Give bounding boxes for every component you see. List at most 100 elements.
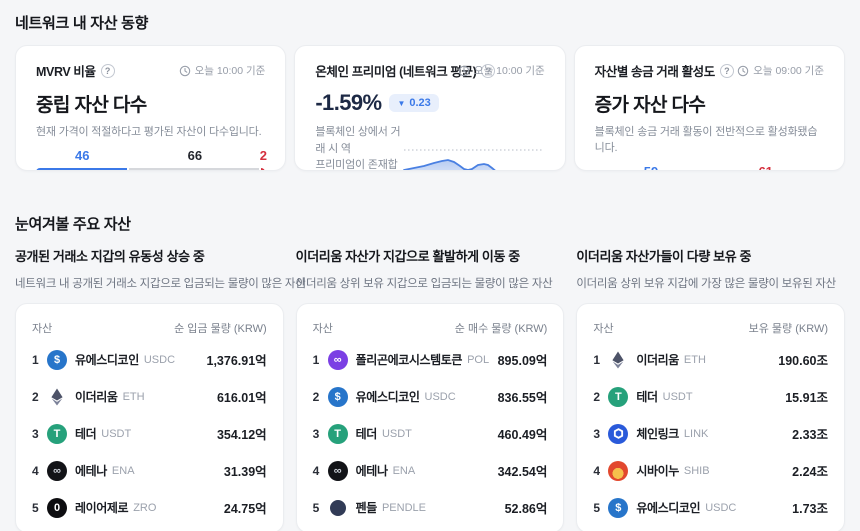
- asset-value: 1,376.91억: [201, 350, 267, 369]
- asset-value: 616.01억: [211, 387, 267, 406]
- transfer-activity-card[interactable]: 자산별 송금 거래 활성도 ? 오늘 09:00 기준 증가 자산 다수 블록체…: [574, 45, 845, 171]
- table-header-row: 자산 보유 물량 (KRW): [593, 310, 828, 341]
- clock-icon: [737, 65, 749, 77]
- value-column-header: 순 입금 물량 (KRW): [174, 320, 267, 336]
- threshold-marker-icon: ▼: [704, 169, 712, 171]
- card-description: 블록체인 송금 거래 활동이 전반적으로 활성화됐습니다.: [595, 123, 824, 155]
- asset-symbol: ZRO: [133, 502, 156, 514]
- asset-row[interactable]: 2$유에스디코인USDC836.55억: [313, 378, 548, 415]
- help-icon[interactable]: ?: [720, 64, 734, 78]
- asset-symbol: ENA: [112, 465, 135, 477]
- asset-symbol: USDC: [425, 391, 456, 403]
- table-header-row: 자산 순 입금 물량 (KRW): [32, 310, 267, 341]
- asset-value: 24.75억: [218, 498, 267, 517]
- asset-name: 유에스디코인: [636, 499, 700, 516]
- card-title: 자산별 송금 거래 활성도: [595, 61, 715, 80]
- section-title-network-trends: 네트워크 내 자산 동향: [15, 12, 845, 33]
- asset-value: 836.55억: [492, 387, 548, 406]
- value-column-header: 순 매수 물량 (KRW): [455, 320, 548, 336]
- asset-column-header: 자산: [32, 320, 52, 336]
- ena-icon: ∞: [47, 461, 67, 481]
- table-header-row: 자산순 매수 물량 (KRW): [313, 310, 548, 341]
- asset-row[interactable]: 4시바이누SHIB2.24조: [593, 452, 828, 489]
- card-header: 온체인 프리미엄 (네트워크 평균) ? 오늘 10:00 기준: [315, 61, 544, 80]
- timestamp-label: 오늘 10:00 기준: [195, 63, 266, 78]
- pendle-icon: [330, 500, 346, 516]
- asset-symbol: ETH: [684, 354, 706, 366]
- asset-row[interactable]: 1이더리움ETH190.60조: [593, 341, 828, 378]
- clock-icon: [458, 65, 470, 77]
- asset-rank: 3: [32, 427, 47, 441]
- asset-name: 테더: [75, 425, 96, 442]
- card-header: MVRV 비율 ? 오늘 10:00 기준: [36, 61, 265, 80]
- asset-symbol: USDT: [101, 428, 131, 440]
- shib-icon: [608, 461, 628, 481]
- asset-symbol: USDT: [663, 391, 693, 403]
- column-subtitle: 이더리움 상위 보유 지갑으로 입금되는 물량이 많은 자산: [296, 275, 565, 291]
- eth-icon: [47, 387, 67, 407]
- asset-row[interactable]: 4∞에테나ENA342.54억: [313, 452, 548, 489]
- segment-label: 46: [75, 148, 89, 163]
- asset-value: 460.49억: [492, 424, 548, 443]
- column-title: 이더리움 자산가들이 다량 보유 중: [576, 246, 845, 265]
- asset-row[interactable]: 3체인링크LINK2.33조: [593, 415, 828, 452]
- down-arrow-icon: ▼: [397, 99, 405, 108]
- asset-name: 레이어제로: [75, 499, 128, 516]
- asset-value: 15.91조: [779, 387, 828, 406]
- help-icon[interactable]: ?: [101, 64, 115, 78]
- ena-icon: ∞: [328, 461, 348, 481]
- asset-rank: 1: [313, 353, 328, 367]
- asset-symbol: ETH: [123, 391, 145, 403]
- asset-rank: 3: [313, 427, 328, 441]
- asset-row[interactable]: 3T테더USDT460.49억: [313, 415, 548, 452]
- mvrv-ratio-card[interactable]: MVRV 비율 ? 오늘 10:00 기준 중립 자산 다수 현재 가격이 적절…: [15, 45, 286, 171]
- usdt-icon: T: [608, 387, 628, 407]
- asset-value: 52.86억: [499, 498, 548, 517]
- asset-table: 자산순 입금 물량 (KRW)1$유에스디코인USDC1,376.91억2이더리…: [15, 303, 284, 531]
- card-description: 현재 가격이 적절하다고 평가된 자산이 다수입니다.: [36, 123, 265, 139]
- asset-rank: 1: [593, 353, 608, 367]
- card-title: MVRV 비율: [36, 61, 96, 80]
- asset-rank: 1: [32, 353, 47, 367]
- change-value: 0.23: [409, 97, 430, 109]
- value-column-header: 보유 물량 (KRW): [749, 320, 828, 336]
- card-title: 온체인 프리미엄 (네트워크 평균): [315, 61, 476, 80]
- asset-symbol: ENA: [393, 465, 416, 477]
- premium-value: -1.59%: [315, 90, 381, 116]
- asset-row[interactable]: 1∞폴리곤에코시스템토큰POL895.09억: [313, 341, 548, 378]
- asset-symbol: USDC: [144, 354, 175, 366]
- asset-row[interactable]: 1$유에스디코인USDC1,376.91억: [32, 341, 267, 378]
- asset-rank: 3: [593, 427, 608, 441]
- asset-value: 342.54억: [492, 461, 548, 480]
- asset-name: 체인링크: [636, 425, 679, 442]
- asset-name: 에테나: [75, 462, 107, 479]
- asset-row[interactable]: 50 레이어제로 ZRO 24.75억: [32, 489, 267, 526]
- card-headline: 중립 자산 다수: [36, 90, 265, 117]
- asset-row[interactable]: 2이더리움ETH616.01억: [32, 378, 267, 415]
- featured-assets-section: 눈여겨볼 주요 자산 공개된 거래소 지갑의 유동성 상승 중 네트워크 내 공…: [15, 213, 845, 531]
- asset-rank: 5: [313, 501, 328, 515]
- asset-rank: 5: [32, 501, 47, 515]
- column-title: 공개된 거래소 지갑의 유동성 상승 중: [15, 246, 284, 265]
- asset-symbol: LINK: [684, 428, 708, 440]
- asset-row[interactable]: 4∞에테나ENA31.39억: [32, 452, 267, 489]
- asset-row[interactable]: 5$유에스디코인USDC1.73조: [593, 489, 828, 526]
- asset-row[interactable]: 3T테더USDT354.12억: [32, 415, 267, 452]
- change-badge: ▼ 0.23: [389, 94, 438, 112]
- asset-symbol: USDC: [705, 502, 736, 514]
- asset-name: 이더리움: [636, 351, 679, 368]
- usdt-icon: T: [328, 424, 348, 444]
- zro-icon: 0: [47, 498, 67, 518]
- asset-value: 1.73조: [786, 498, 828, 517]
- featured-column-exchange-liquidity: 공개된 거래소 지갑의 유동성 상승 중 네트워크 내 공개된 거래소 지갑으로…: [15, 246, 284, 531]
- asset-row[interactable]: 5펜들PENDLE52.86억: [313, 489, 548, 526]
- asset-rank: 2: [593, 390, 608, 404]
- timestamp: 오늘 09:00 기준: [737, 63, 824, 78]
- asset-name: 유에스디코인: [75, 351, 139, 368]
- asset-value: 354.12억: [211, 424, 267, 443]
- onchain-premium-card[interactable]: 온체인 프리미엄 (네트워크 평균) ? 오늘 10:00 기준 -1.59% …: [294, 45, 565, 171]
- segment-label: 66: [188, 148, 202, 163]
- asset-row[interactable]: 2T테더USDT15.91조: [593, 378, 828, 415]
- asset-column-header: 자산: [593, 320, 613, 336]
- asset-rank: 4: [32, 464, 47, 478]
